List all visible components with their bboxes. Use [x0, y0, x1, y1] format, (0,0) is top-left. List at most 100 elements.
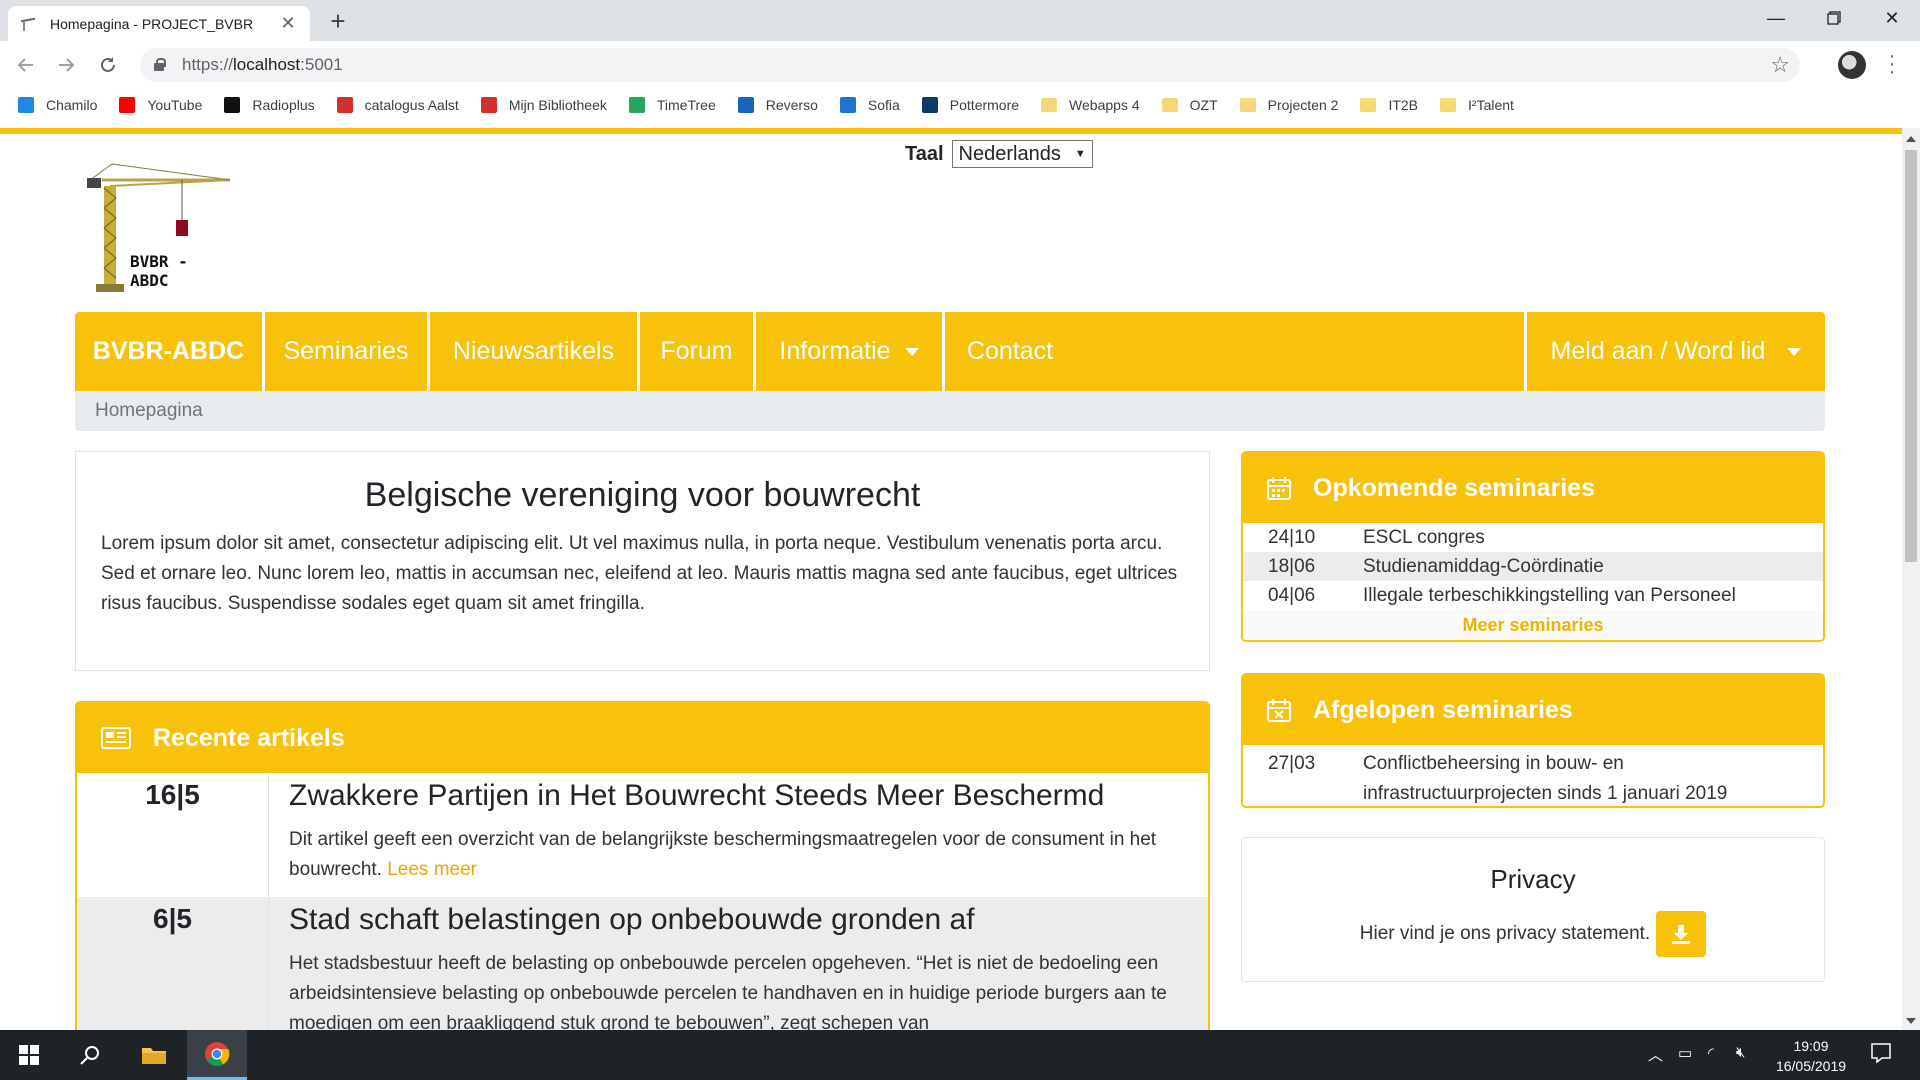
bookmark-item[interactable]: Pottermore	[921, 97, 1019, 113]
bookmark-item[interactable]: I²Talent	[1440, 97, 1514, 113]
article-item: 6|5 Stad schaft belastingen op onbebouwd…	[77, 897, 1208, 1030]
clock-time: 19:09	[1793, 1038, 1829, 1054]
bookmark-label: Reverso	[765, 97, 818, 113]
sofia-icon	[839, 97, 856, 113]
bookmark-item[interactable]: Reverso	[737, 97, 818, 113]
close-tab-icon[interactable]: ✕	[278, 13, 298, 34]
bookmark-label: OZT	[1189, 97, 1218, 113]
forward-button[interactable]	[52, 51, 80, 79]
recent-articles-card: Recente artikels 16|5 Zwakkere Partijen …	[75, 701, 1210, 1030]
maximize-button[interactable]	[1806, 0, 1862, 36]
bookmark-item[interactable]: Webapps 4	[1041, 97, 1140, 113]
browser-toolbar: https://localhost:5001 ☆	[0, 41, 1920, 89]
minimize-button[interactable]: —	[1748, 0, 1804, 36]
show-hidden-icons[interactable]: ︿	[1648, 1044, 1663, 1065]
seminar-row[interactable]: 24|10 ESCL congres	[1243, 523, 1823, 552]
reload-button[interactable]	[94, 51, 122, 79]
article-summary: Het stadsbestuur heeft de belasting op o…	[289, 953, 1167, 1030]
article-date: 16|5	[77, 773, 269, 897]
past-seminars-header: Afgelopen seminaries	[1243, 675, 1823, 745]
more-seminars-link[interactable]: Meer seminaries	[1243, 610, 1823, 640]
read-more-link[interactable]: Lees meer	[387, 859, 477, 880]
nav-item-nieuwsartikels[interactable]: Nieuwsartikels	[430, 312, 637, 391]
nav-item-contact[interactable]: Contact	[945, 312, 1075, 391]
scroll-up-icon[interactable]	[1906, 136, 1916, 142]
dropdown-caret-icon	[1787, 347, 1802, 356]
site-logo[interactable]: BVBR - ABDC	[82, 158, 232, 298]
arrow-left-icon	[17, 58, 33, 72]
scroll-down-icon[interactable]	[1906, 1018, 1916, 1024]
calendar-x-icon	[1267, 699, 1291, 722]
browser-menu-icon[interactable]: · · ·	[1888, 46, 1896, 82]
folder-icon	[1440, 98, 1457, 112]
seminar-row[interactable]: 18|06 Studienamiddag-Coördinatie	[1243, 552, 1823, 581]
tab-title: Homepagina - PROJECT_BVBR	[50, 15, 254, 32]
bookmark-item[interactable]: Chamilo	[18, 97, 97, 113]
search-icon	[80, 1046, 99, 1065]
file-explorer-button[interactable]	[124, 1030, 184, 1080]
past-seminars-card: Afgelopen seminaries 27|03 Conflictbehee…	[1241, 673, 1825, 808]
taskbar-clock[interactable]: 19:09 16/05/2019	[1766, 1036, 1856, 1076]
article-title[interactable]: Stad schaft belastingen op onbebouwde gr…	[289, 903, 1188, 937]
pottermore-icon	[921, 97, 938, 113]
bookmark-label: Webapps 4	[1069, 97, 1140, 113]
nav-item-seminaries[interactable]: Seminaries	[265, 312, 427, 391]
bookmark-item[interactable]: Projecten 2	[1239, 97, 1338, 113]
search-button[interactable]	[60, 1030, 120, 1080]
bookmark-label: IT2B	[1388, 97, 1419, 113]
seminar-date: 04|06	[1268, 584, 1316, 606]
bookmark-item[interactable]: OZT	[1161, 97, 1218, 113]
seminar-row[interactable]: 04|06 Illegale terbeschikkingstelling van…	[1243, 581, 1823, 610]
bookmark-star-icon[interactable]: ☆	[1770, 52, 1790, 78]
notifications-icon[interactable]	[1870, 1042, 1892, 1068]
new-tab-button[interactable]: +	[324, 6, 352, 36]
bookmark-label: catalogus Aalst	[364, 97, 459, 113]
start-button[interactable]	[0, 1030, 58, 1080]
scroll-thumb[interactable]	[1905, 150, 1917, 562]
address-bar[interactable]: https://localhost:5001 ☆	[140, 48, 1800, 82]
chamilo-icon	[18, 97, 34, 113]
folder-icon	[1360, 98, 1377, 112]
battery-icon[interactable]: ▭	[1678, 1044, 1692, 1062]
url-text: https://localhost:5001	[182, 55, 343, 74]
language-select[interactable]: Nederlands ▼	[951, 140, 1093, 168]
article-item: 16|5 Zwakkere Partijen in Het Bouwrecht …	[77, 773, 1208, 897]
bookmark-label: YouTube	[147, 97, 203, 113]
browser-tab[interactable]: Homepagina - PROJECT_BVBR ✕	[8, 6, 310, 41]
bookmark-item[interactable]: IT2B	[1360, 97, 1418, 113]
volume-muted-icon[interactable]: 🔇︎	[1736, 1044, 1745, 1061]
reverso-icon	[737, 97, 754, 113]
profile-avatar[interactable]	[1838, 51, 1866, 79]
close-window-button[interactable]: ✕	[1864, 0, 1920, 36]
nav-brand[interactable]: BVBR-ABDC	[75, 312, 262, 391]
bookmark-item[interactable]: YouTube	[119, 97, 202, 113]
bookmark-item[interactable]: catalogus Aalst	[336, 97, 459, 113]
past-seminars-title: Afgelopen seminaries	[1313, 695, 1573, 724]
nav-item-informatie[interactable]: Informatie	[756, 312, 942, 391]
wifi-icon[interactable]: ◜	[1708, 1044, 1714, 1062]
browser-tab-strip: Homepagina - PROJECT_BVBR ✕ + — ✕	[0, 0, 1920, 41]
article-title[interactable]: Zwakkere Partijen in Het Bouwrecht Steed…	[289, 779, 1188, 813]
seminar-row[interactable]: 27|03 Conflictbeheersing in bouw- en inf…	[1243, 745, 1823, 806]
privacy-text: Hier vind je ons privacy statement.	[1359, 923, 1651, 944]
back-button[interactable]	[12, 51, 40, 79]
language-value: Nederlands	[958, 142, 1061, 165]
bookmark-item[interactable]: TimeTree	[628, 97, 716, 113]
bookmark-item[interactable]: Mijn Bibliotheek	[480, 97, 607, 113]
nav-item-forum[interactable]: Forum	[640, 312, 753, 391]
bookmark-label: TimeTree	[656, 97, 716, 113]
bookmark-item[interactable]: Radioplus	[224, 97, 315, 113]
privacy-title: Privacy	[1490, 864, 1576, 894]
dropdown-caret-icon	[904, 347, 919, 356]
bookmark-label: Chamilo	[46, 97, 98, 113]
download-icon	[1672, 925, 1691, 944]
folder-icon	[142, 1048, 166, 1064]
download-privacy-button[interactable]	[1656, 911, 1707, 957]
chrome-taskbar-button[interactable]	[187, 1030, 247, 1080]
nav-item-account[interactable]: Meld aan / Word lid	[1527, 312, 1825, 391]
folder-icon	[1041, 98, 1058, 112]
bookmark-label: Sofia	[867, 97, 900, 113]
bookmark-item[interactable]: Sofia	[839, 97, 900, 113]
nav-item-account-label: Meld aan / Word lid	[1550, 337, 1766, 365]
page-scrollbar[interactable]	[1902, 128, 1920, 1030]
